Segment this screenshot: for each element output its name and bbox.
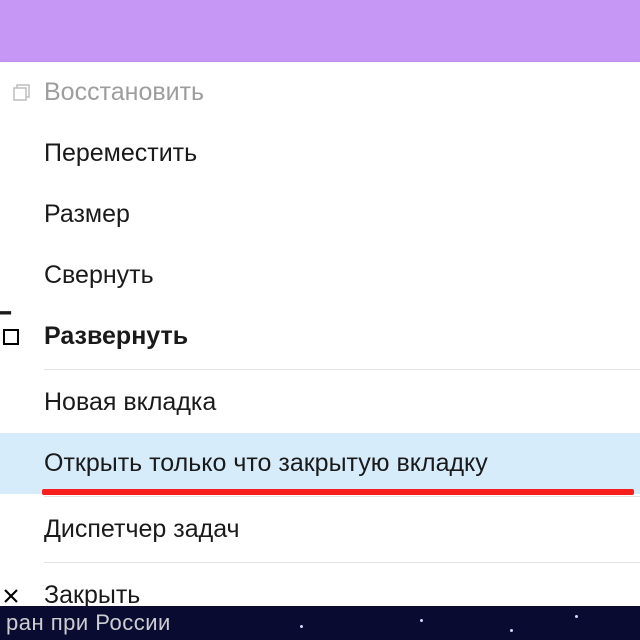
- restore-icon: [0, 84, 44, 102]
- menu-item-maximize[interactable]: Развернуть: [0, 306, 640, 367]
- menu-separator: [44, 369, 640, 370]
- menu-label: Восстановить: [44, 78, 640, 107]
- menu-label: Размер: [44, 200, 640, 229]
- menu-item-minimize[interactable]: ▁ Свернуть: [0, 245, 640, 306]
- menu-label: Новая вкладка: [44, 388, 640, 417]
- menu-separator: [44, 562, 640, 563]
- annotation-underline: [42, 489, 634, 495]
- menu-item-restore: Восстановить: [0, 62, 640, 123]
- window-titlebar: [0, 0, 640, 62]
- menu-item-task-manager[interactable]: Диспетчер задач: [0, 499, 640, 560]
- menu-separator: [44, 496, 640, 497]
- system-context-menu: Восстановить Переместить Размер ▁ Сверну…: [0, 62, 640, 626]
- maximize-icon: [0, 329, 44, 345]
- menu-label: Переместить: [44, 139, 640, 168]
- background-text-fragment: ран при России: [6, 610, 171, 636]
- menu-label: Свернуть: [44, 261, 640, 290]
- menu-item-reopen-tab[interactable]: Открыть только что закрытую вкладку: [0, 433, 640, 494]
- menu-item-new-tab[interactable]: Новая вкладка: [0, 372, 640, 433]
- menu-label: Развернуть: [44, 322, 640, 351]
- menu-label: Открыть только что закрытую вкладку: [44, 449, 640, 478]
- menu-item-move[interactable]: Переместить: [0, 123, 640, 184]
- menu-item-size[interactable]: Размер: [0, 184, 640, 245]
- close-icon: [0, 588, 44, 604]
- menu-label: Диспетчер задач: [44, 515, 640, 544]
